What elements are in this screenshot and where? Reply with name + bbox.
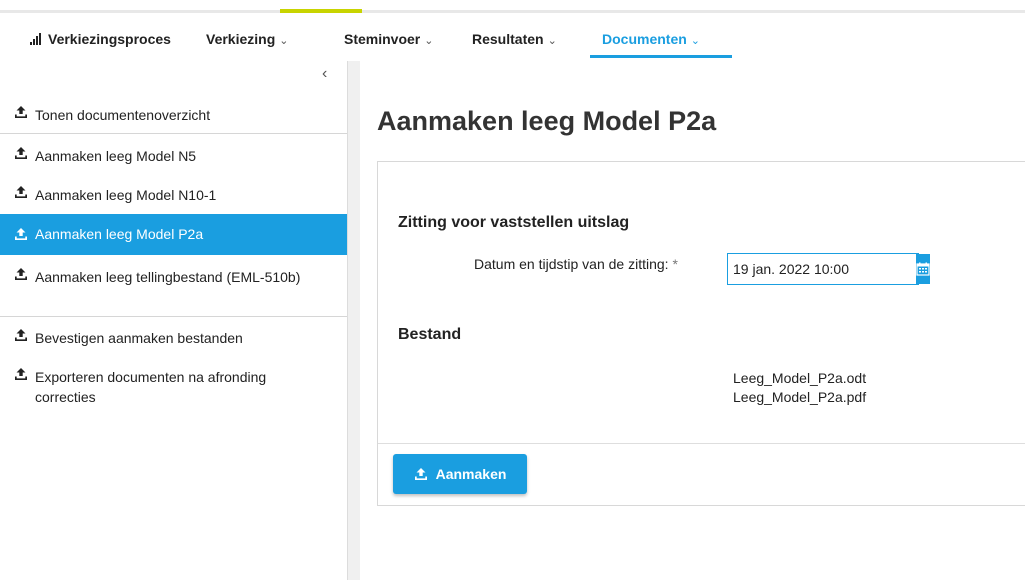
- file-name-pdf: Leeg_Model_P2a.pdf: [733, 389, 867, 405]
- section-title-bestand: Bestand: [398, 326, 462, 343]
- nav-item-label: Steminvoer: [344, 31, 421, 47]
- sidebar-item-label: Aanmaken leeg Model N5: [35, 148, 197, 164]
- sidebar-item-tellingbestand[interactable]: Aanmaken leeg tellingbestand (EML-510b): [0, 267, 347, 307]
- signal-bars-icon: [30, 32, 42, 48]
- sidebar-item-label: Aanmaken leeg tellingbestand (EML-510b): [35, 269, 301, 285]
- collapse-sidebar-button[interactable]: ‹: [322, 65, 327, 83]
- sidebar-item-exporteren[interactable]: Exporteren documenten na afronding corre…: [0, 367, 347, 407]
- sidebar-item-label: Bevestigen aanmaken bestanden: [35, 330, 243, 346]
- required-marker: *: [672, 256, 678, 272]
- sidebar-item-model-p2a[interactable]: Aanmaken leeg Model P2a: [0, 214, 347, 255]
- date-label-text: Datum en tijdstip van de zitting:: [474, 256, 669, 272]
- upload-icon: [414, 468, 427, 480]
- sidebar-item-model-n5[interactable]: Aanmaken leeg Model N5: [0, 146, 347, 166]
- date-field-label: Datum en tijdstip van de zitting: *: [474, 256, 678, 272]
- chevron-down-icon: ⌄: [690, 35, 701, 47]
- upload-icon: [15, 329, 27, 341]
- upload-icon: [15, 186, 27, 198]
- nav-item-label: Verkiezing: [206, 31, 276, 47]
- sidebar-item-label: Aanmaken leeg Model N10-1: [35, 187, 217, 203]
- nav-brand-label: Verkiezingsproces: [48, 31, 171, 47]
- date-time-field: [727, 253, 930, 285]
- create-button[interactable]: Aanmaken: [393, 454, 527, 494]
- main-content: Aanmaken leeg Model P2a Zitting voor vas…: [360, 61, 1025, 580]
- upload-icon: [15, 147, 27, 159]
- nav-item-label: Documenten: [602, 31, 687, 47]
- upload-icon: [15, 368, 27, 380]
- sidebar-item-label: Tonen documentenoverzicht: [35, 107, 211, 123]
- calendar-icon: [916, 262, 930, 276]
- page-title: Aanmaken leeg Model P2a: [377, 106, 717, 136]
- form-card: Zitting voor vaststellen uitslag Datum e…: [377, 161, 1025, 506]
- upload-icon: [15, 106, 27, 118]
- date-time-input[interactable]: [728, 254, 916, 284]
- date-picker-button[interactable]: [916, 254, 930, 284]
- sidebar-item-label: Aanmaken leeg Model P2a: [35, 226, 204, 242]
- top-navbar: Verkiezingsproces Verkiezing ⌄ Steminvoer…: [0, 13, 1025, 61]
- nav-item-verkiezing[interactable]: Verkiezing ⌄: [206, 31, 288, 47]
- sidebar-item-label: Exporteren documenten na afronding corre…: [35, 369, 267, 405]
- sidebar-item-model-n10-1[interactable]: Aanmaken leeg Model N10-1: [0, 185, 347, 205]
- sidebar-item-bevestigen[interactable]: Bevestigen aanmaken bestanden: [0, 328, 347, 348]
- sidebar: ‹ Tonen documentenoverzicht Aanmaken lee…: [0, 61, 348, 580]
- upload-icon: [15, 228, 27, 240]
- sidebar-divider: [0, 133, 347, 134]
- nav-item-label: Resultaten: [472, 31, 544, 47]
- nav-item-resultaten[interactable]: Resultaten ⌄: [472, 31, 557, 47]
- nav-item-documenten[interactable]: Documenten ⌄: [602, 31, 700, 47]
- nav-active-underline: [590, 55, 732, 58]
- sidebar-divider: [0, 316, 347, 317]
- sidebar-item-documentenoverzicht[interactable]: Tonen documentenoverzicht: [0, 105, 347, 125]
- section-title-zitting: Zitting voor vaststellen uitslag: [398, 214, 630, 231]
- chevron-down-icon: ⌄: [547, 35, 557, 47]
- chevron-down-icon: ⌄: [424, 35, 434, 47]
- upload-icon: [15, 268, 27, 280]
- file-name-odt: Leeg_Model_P2a.odt: [733, 370, 867, 386]
- content-gutter: [348, 61, 360, 580]
- chevron-down-icon: ⌄: [279, 35, 289, 47]
- nav-item-steminvoer[interactable]: Steminvoer ⌄: [344, 31, 433, 47]
- card-divider: [378, 443, 1025, 444]
- create-button-label: Aanmaken: [435, 466, 507, 482]
- nav-brand[interactable]: Verkiezingsproces: [30, 31, 171, 48]
- top-strip: [0, 0, 1025, 13]
